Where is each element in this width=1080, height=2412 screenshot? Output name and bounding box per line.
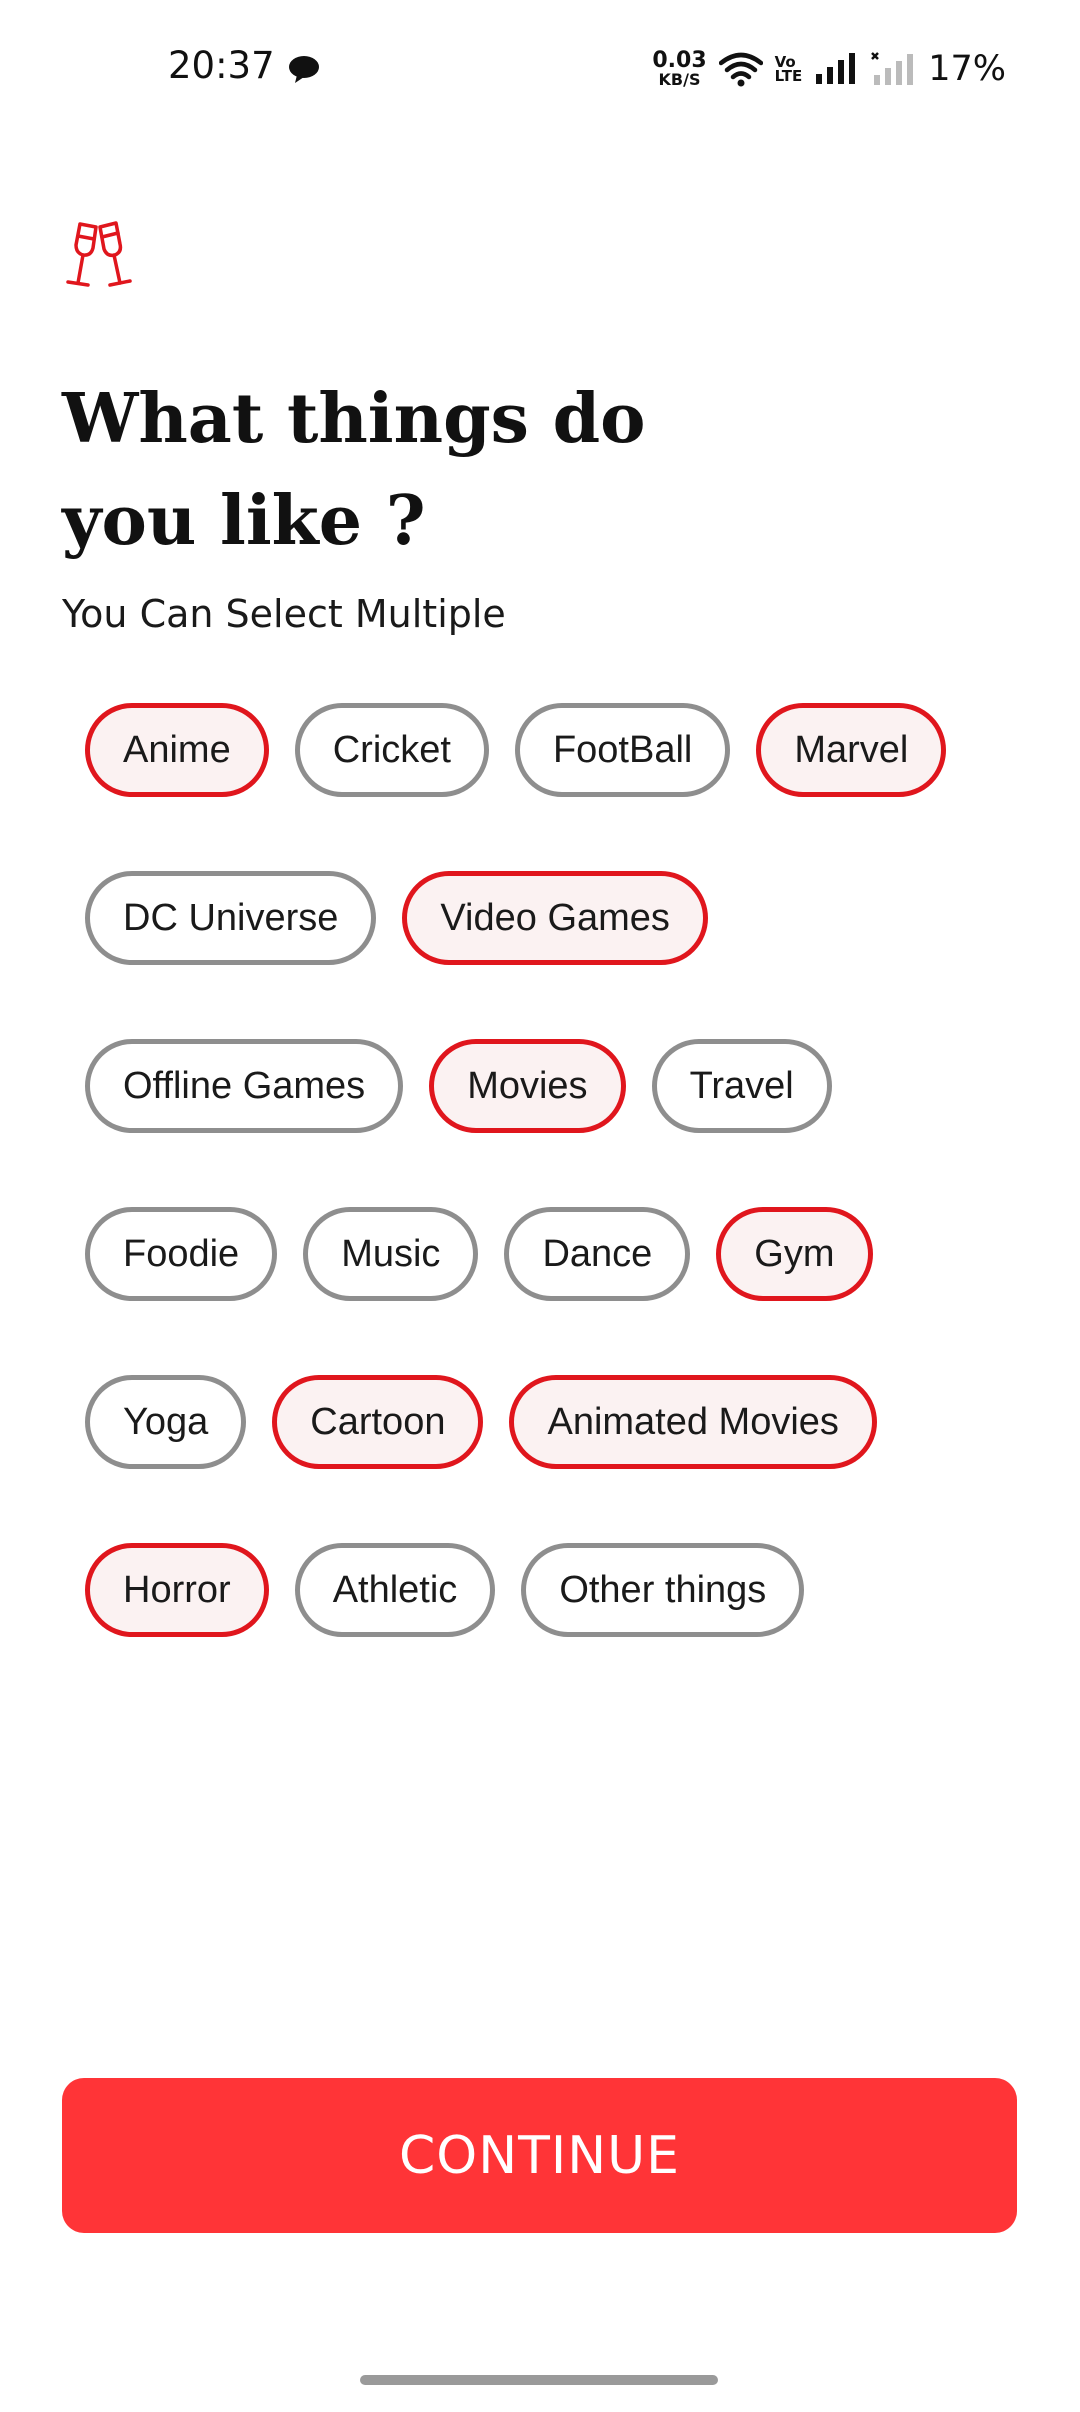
volte-indicator: Vo LTE (774, 54, 803, 85)
battery-level: 17% (928, 49, 1006, 89)
interest-chip-anime[interactable]: Anime (85, 703, 269, 797)
chip-row: Anime Cricket FootBall Marvel (85, 703, 985, 797)
signal-strength-icon (816, 53, 856, 84)
interest-chip-dance[interactable]: Dance (504, 1207, 691, 1301)
interest-chip-music[interactable]: Music (303, 1207, 479, 1301)
page-title: What things do you like ? (62, 368, 762, 572)
chip-row: Offline Games Movies Travel (85, 1039, 985, 1133)
status-icons: 0.03 KB/S Vo LTE 17% (652, 44, 1006, 94)
home-indicator[interactable] (360, 2375, 718, 2385)
interest-chip-offline-games[interactable]: Offline Games (85, 1039, 404, 1133)
interest-chip-animated-movies[interactable]: Animated Movies (509, 1375, 877, 1469)
interest-chip-dc-universe[interactable]: DC Universe (85, 871, 377, 965)
interest-chips: Anime Cricket FootBall Marvel DC Universe Vid… (85, 703, 985, 1711)
interest-chip-gym[interactable]: Gym (716, 1207, 873, 1301)
interest-chip-movies[interactable]: Movies (429, 1039, 626, 1133)
chip-row: Foodie Music Dance Gym (85, 1207, 985, 1301)
volte-bottom: LTE (774, 67, 803, 85)
page-title-line-2: you like ? (62, 481, 426, 561)
chat-bubble-icon (289, 56, 319, 83)
interest-chip-yoga[interactable]: Yoga (85, 1375, 247, 1469)
network-speed-unit: KB/S (658, 70, 701, 89)
interest-chip-marvel[interactable]: Marvel (756, 703, 947, 797)
wifi-icon (718, 52, 763, 87)
signal-no-service-icon (871, 52, 914, 85)
interest-chip-football[interactable]: FootBall (514, 703, 731, 797)
network-speed: 0.03 KB/S (652, 50, 706, 88)
interest-chip-other-things[interactable]: Other things (521, 1543, 805, 1637)
cheers-glasses-icon (66, 221, 132, 287)
status-bar: 20:37 0.03 KB/S Vo LTE 17% (0, 0, 1080, 140)
chip-row: DC Universe Video Games (85, 871, 985, 965)
interest-chip-cartoon[interactable]: Cartoon (272, 1375, 484, 1469)
chip-row: Horror Athletic Other things (85, 1543, 985, 1637)
chip-row: Yoga Cartoon Animated Movies (85, 1375, 985, 1469)
interest-chip-horror[interactable]: Horror (85, 1543, 269, 1637)
interest-chip-foodie[interactable]: Foodie (85, 1207, 278, 1301)
page-title-line-1: What things do (62, 379, 646, 459)
network-speed-value: 0.03 (652, 48, 707, 73)
status-time: 20:37 (168, 44, 275, 87)
page-subtitle: You Can Select Multiple (62, 592, 506, 636)
interest-chip-athletic[interactable]: Athletic (294, 1543, 496, 1637)
interest-chip-cricket[interactable]: Cricket (294, 703, 489, 797)
interest-chip-video-games[interactable]: Video Games (402, 871, 708, 965)
continue-button[interactable]: CONTINUE (62, 2078, 1017, 2233)
interest-chip-travel[interactable]: Travel (651, 1039, 832, 1133)
